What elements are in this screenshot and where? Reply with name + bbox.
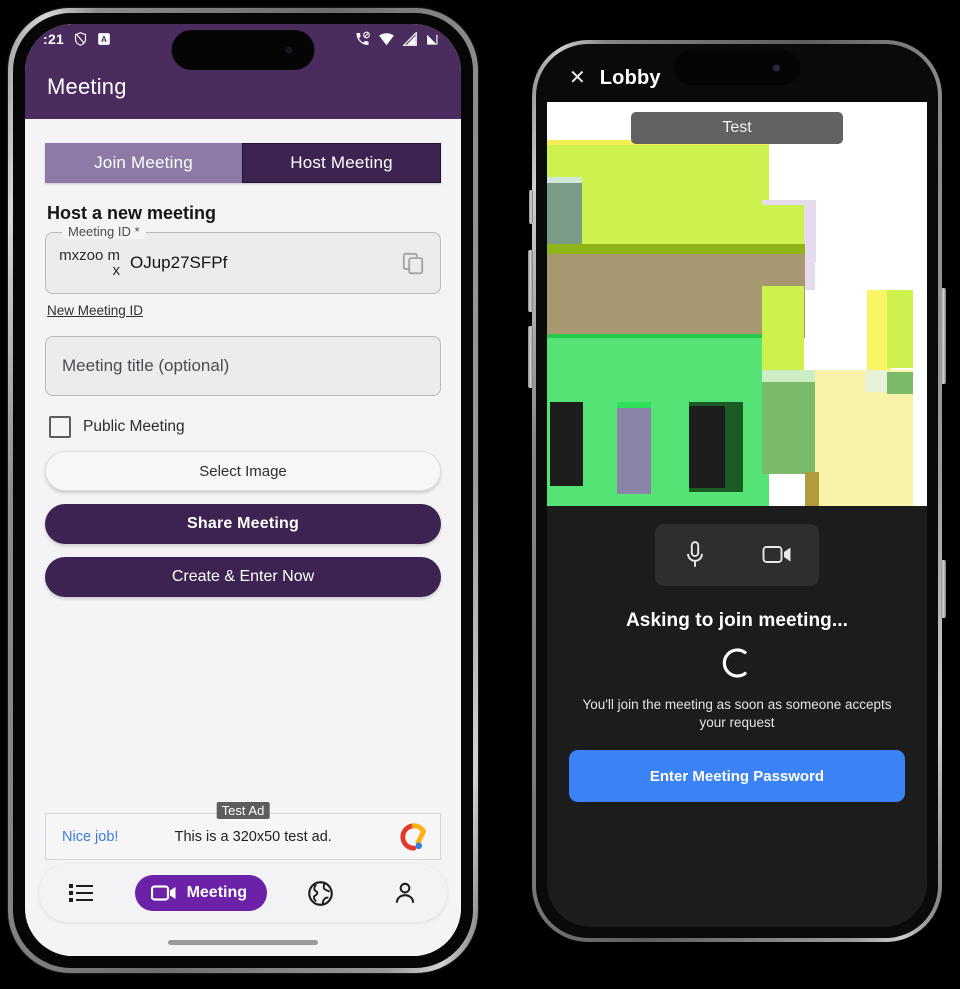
preview-block (805, 472, 819, 506)
new-meeting-id-link[interactable]: New Meeting ID (47, 303, 143, 318)
bottom-navigation-bar: Meeting (39, 864, 447, 922)
mute-switch[interactable] (529, 190, 533, 224)
screenshot-stage: :21 A Meeting Join Meeting Host Meeting … (0, 0, 960, 989)
lobby-lower-panel: Asking to join meeting... You'll join th… (547, 506, 927, 927)
preview-block (689, 406, 725, 488)
lobby-title: Lobby (599, 66, 661, 89)
section-heading: Host a new meeting (47, 203, 217, 223)
right-phone-bezel: ✕ Lobby Test Asking to join meeting... Y… (536, 44, 938, 938)
phone-mute-icon (356, 31, 370, 45)
ad-body-text: This is a 320x50 test ad. (174, 828, 332, 845)
preview-block (550, 402, 583, 486)
lobby-sub-note: You'll join the meeting as soon as someo… (582, 697, 892, 731)
preview-block (762, 286, 804, 372)
front-camera-icon (285, 46, 293, 54)
preview-block (887, 372, 913, 394)
public-meeting-checkbox[interactable] (49, 416, 71, 438)
tab-host-meeting[interactable]: Host Meeting (242, 143, 441, 183)
globe-icon (308, 880, 333, 906)
preview-block (547, 494, 769, 506)
meeting-mode-tabs: Join Meeting Host Meeting (45, 143, 441, 183)
front-camera-icon (773, 64, 780, 71)
video-camera-icon (150, 885, 176, 901)
admob-logo-icon (400, 822, 426, 851)
svg-text:A: A (101, 35, 107, 44)
home-indicator (168, 940, 318, 945)
status-bar-right (354, 31, 439, 47)
dynamic-island-right (674, 50, 800, 85)
meeting-id-label: Meeting ID * (62, 224, 146, 239)
nav-meeting-label: Meeting (186, 884, 248, 901)
close-icon[interactable]: ✕ (569, 68, 586, 88)
status-bar-clock: :21 (43, 31, 65, 47)
person-icon (395, 882, 414, 903)
select-image-button[interactable]: Select Image (45, 451, 441, 491)
ad-container: Test Ad Nice job! This is a 320x50 test … (45, 802, 441, 860)
meeting-id-prefix: mxzoo mx (59, 247, 120, 279)
dynamic-island-left (171, 30, 315, 70)
page-title: Meeting (47, 73, 127, 99)
preview-block (762, 205, 804, 245)
enter-meeting-password-button[interactable]: Enter Meeting Password (569, 750, 905, 803)
action-button[interactable] (941, 560, 946, 618)
meeting-id-value: OJup27SFPf (130, 253, 228, 272)
ad-banner[interactable]: Test Ad Nice job! This is a 320x50 test … (45, 802, 441, 860)
sidebar-item-explore[interactable] (289, 873, 351, 913)
battery-icon (427, 34, 438, 45)
lobby-status-title: Asking to join meeting... (625, 610, 849, 631)
volume-down-button[interactable] (528, 326, 533, 388)
power-button[interactable] (941, 288, 946, 384)
loading-spinner-icon (547, 646, 927, 680)
sidebar-item-meeting[interactable]: Meeting (134, 875, 268, 911)
left-phone-bezel: :21 A Meeting Join Meeting Host Meeting … (13, 13, 473, 968)
sidebar-item-profile[interactable] (374, 873, 436, 913)
create-and-enter-button[interactable]: Create & Enter Now (45, 557, 441, 597)
public-meeting-row[interactable]: Public Meeting (49, 416, 441, 438)
meeting-id-field[interactable]: Meeting ID * mxzoo mx OJup27SFPf (45, 224, 441, 294)
left-phone-device: :21 A Meeting Join Meeting Host Meeting … (8, 8, 478, 973)
signal-icon (402, 32, 417, 46)
video-preview: Test (547, 102, 927, 506)
meeting-title-placeholder: Meeting title (optional) (62, 356, 230, 375)
tab-join-meeting[interactable]: Join Meeting (45, 143, 242, 183)
meeting-title-field[interactable]: Meeting title (optional) (45, 336, 441, 396)
volume-up-button[interactable] (528, 250, 533, 312)
wifi-icon (379, 33, 394, 46)
microphone-icon[interactable] (682, 540, 708, 570)
preview-block (617, 408, 651, 506)
a-badge-icon: A (98, 33, 110, 45)
share-meeting-button[interactable]: Share Meeting (45, 504, 441, 544)
status-bar-left: :21 A (43, 31, 111, 47)
copy-icon[interactable] (400, 250, 426, 276)
list-icon (69, 884, 94, 902)
av-controls-panel (655, 524, 819, 586)
left-phone-screen: :21 A Meeting Join Meeting Host Meeting … (25, 24, 461, 956)
ad-tag-label: Test Ad (216, 802, 270, 819)
sidebar-item-list[interactable] (50, 873, 112, 913)
preview-block (815, 262, 869, 362)
right-phone-screen: ✕ Lobby Test Asking to join meeting... Y… (547, 54, 927, 927)
preview-block (887, 290, 913, 368)
left-phone-content: Join Meeting Host Meeting Host a new mee… (25, 119, 461, 956)
preview-block (865, 370, 887, 392)
shield-icon (75, 32, 87, 46)
participant-name-chip: Test (631, 112, 843, 144)
video-camera-icon[interactable] (762, 544, 792, 566)
public-meeting-label: Public Meeting (83, 418, 185, 435)
right-phone-device: ✕ Lobby Test Asking to join meeting... Y… (528, 40, 946, 942)
